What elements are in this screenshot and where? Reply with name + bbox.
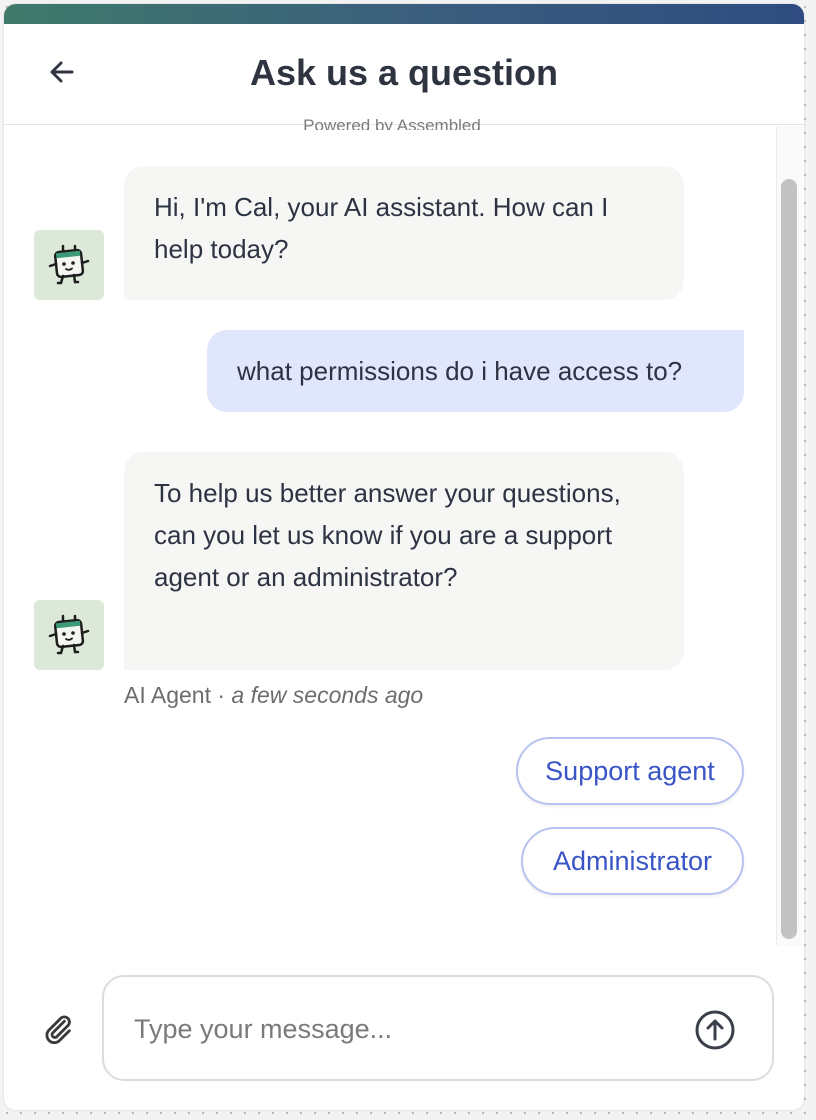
bot-message: To help us better answer your questions,… <box>124 452 684 670</box>
message-composer <box>102 975 774 1081</box>
chat-widget: Ask us a question Powered by Assembled H… <box>4 4 804 1110</box>
bot-avatar <box>34 230 104 300</box>
powered-by-link[interactable]: Assembled <box>397 116 481 130</box>
quick-reply-support-agent[interactable]: Support agent <box>516 737 744 805</box>
page-title: Ask us a question <box>249 52 559 93</box>
message-input[interactable] <box>132 1005 676 1053</box>
message-meta: AI Agent · a few seconds ago <box>124 682 423 709</box>
quick-reply-administrator[interactable]: Administrator <box>521 827 744 895</box>
paperclip-icon <box>45 1015 71 1045</box>
arrow-up-circle-icon <box>695 1010 735 1050</box>
robot-mascot-icon <box>48 244 90 285</box>
message-timestamp: a few seconds ago <box>231 682 424 708</box>
bot-message: Hi, I'm Cal, your AI assistant. How can … <box>124 166 684 300</box>
user-message: what permissions do i have access to? <box>207 330 744 412</box>
powered-by-prefix: Powered by <box>303 116 393 130</box>
brand-gradient-bar <box>4 4 804 24</box>
attach-button[interactable] <box>38 1009 78 1049</box>
scrollbar-thumb[interactable] <box>781 179 797 939</box>
powered-by-text: Powered by Assembled <box>4 116 780 130</box>
message-author: AI Agent <box>124 682 211 708</box>
chat-header: Ask us a question <box>4 24 804 125</box>
send-button[interactable] <box>694 1009 736 1051</box>
meta-separator: · <box>217 682 226 708</box>
robot-mascot-icon <box>48 614 90 655</box>
bot-avatar <box>34 600 104 670</box>
